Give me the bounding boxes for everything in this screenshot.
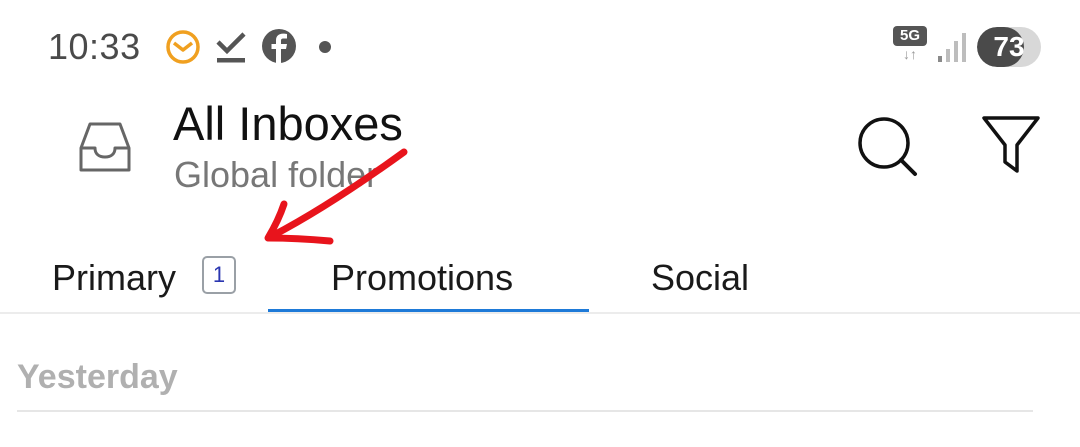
- section-divider: [17, 410, 1033, 412]
- data-activity-arrows: ↓↑: [903, 46, 917, 62]
- unread-count-badge: 1: [202, 256, 236, 294]
- battery-indicator: 73: [977, 27, 1041, 67]
- status-time: 10:33: [48, 26, 141, 67]
- filter-button[interactable]: [980, 112, 1042, 178]
- filter-icon: [982, 116, 1040, 173]
- inbox-tabs: Primary 1 Promotions Social: [0, 232, 1080, 314]
- date-section-header: Yesterday: [17, 358, 178, 396]
- tab-social-label: Social: [651, 257, 750, 298]
- battery-level: 73: [993, 31, 1025, 62]
- tabs-divider: [0, 312, 1080, 314]
- more-notifications-dot: [319, 41, 331, 53]
- download-done-icon: [214, 28, 248, 71]
- status-bar: 10:33 5G ↓↑ 73: [0, 0, 1080, 92]
- network-5g-icon: 5G ↓↑: [893, 26, 927, 62]
- network-label: 5G: [893, 26, 927, 46]
- signal-strength-icon: [937, 32, 967, 67]
- tab-primary[interactable]: Primary 1: [0, 232, 268, 314]
- tab-social[interactable]: Social: [589, 232, 819, 314]
- tab-promotions-label: Promotions: [331, 257, 514, 298]
- inbox-tray-icon[interactable]: [78, 121, 132, 178]
- search-icon: [858, 117, 917, 176]
- tab-primary-label: Primary: [52, 257, 176, 298]
- facebook-icon: [261, 28, 297, 69]
- tab-promotions[interactable]: Promotions: [268, 232, 589, 314]
- search-button[interactable]: [855, 114, 921, 180]
- mail-app-notification-icon: [164, 28, 202, 71]
